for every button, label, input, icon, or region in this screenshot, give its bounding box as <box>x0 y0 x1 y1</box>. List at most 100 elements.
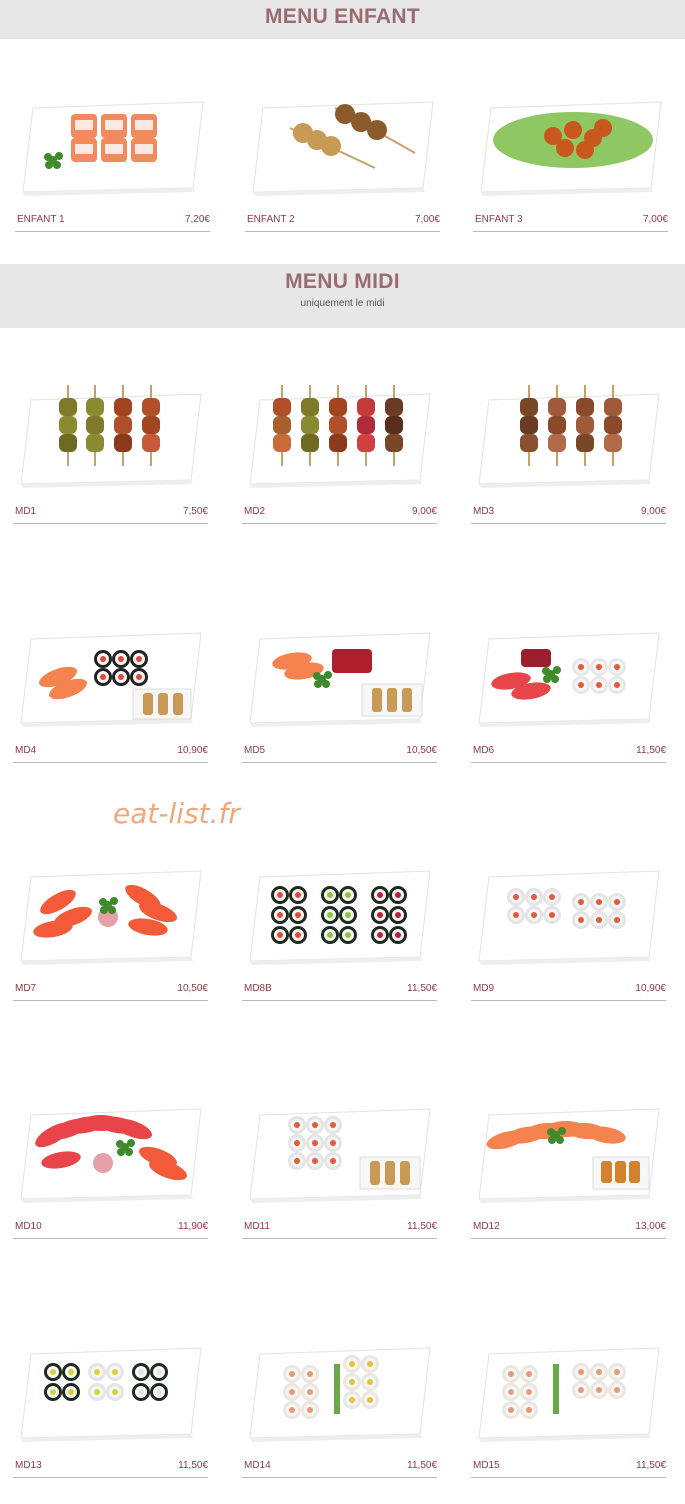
menu-card-enfant-1[interactable]: ENFANT 1 7,20€ <box>15 88 210 258</box>
dish-illustration <box>20 1108 202 1203</box>
section-header-enfant: MENU ENFANT <box>0 0 685 39</box>
item-price: 10,50€ <box>177 983 208 994</box>
section-subtitle-midi: uniquement le midi <box>300 298 385 309</box>
menu-card-md10[interactable]: MD10 11,90€ <box>13 1095 208 1265</box>
item-name: ENFANT 1 <box>17 214 65 225</box>
dish-photo <box>242 857 437 972</box>
dish-photo <box>13 1334 208 1449</box>
item-price: 7,20€ <box>184 214 210 225</box>
item-name: MD10 <box>15 1221 42 1232</box>
item-name: MD4 <box>15 745 37 756</box>
dish-illustration <box>20 1347 202 1442</box>
dish-photo <box>471 380 666 495</box>
menu-card-md15[interactable]: MD15 11,50€ <box>471 1334 666 1504</box>
dish-illustration <box>20 870 202 965</box>
divider <box>242 523 437 524</box>
divider <box>471 762 666 763</box>
item-name: MD7 <box>15 983 37 994</box>
item-name: MD9 <box>473 983 495 994</box>
dish-illustration <box>249 870 431 965</box>
item-price: 7,00€ <box>642 214 668 225</box>
menu-card-md1[interactable]: MD1 7,50€ <box>13 380 208 550</box>
divider <box>242 1238 437 1239</box>
divider <box>473 231 668 232</box>
menu-card-enfant-2[interactable]: ENFANT 2 7,00€ <box>245 88 440 258</box>
dish-illustration <box>22 101 204 196</box>
dish-photo <box>471 857 666 972</box>
dish-illustration <box>478 870 660 965</box>
menu-card-md14[interactable]: MD14 11,50€ <box>242 1334 437 1504</box>
dish-photo <box>13 380 208 495</box>
section-title-midi: MENU MIDI <box>285 270 400 293</box>
dish-illustration <box>249 632 431 727</box>
menu-card-md8b[interactable]: MD8B 11,50€ <box>242 857 437 1027</box>
item-name: MD13 <box>15 1460 42 1471</box>
menu-card-md7[interactable]: MD7 10,50€ <box>13 857 208 1027</box>
menu-card-md3[interactable]: MD3 9,00€ <box>471 380 666 550</box>
divider <box>245 231 440 232</box>
item-price: 11,50€ <box>178 1460 208 1471</box>
item-price: 7,00€ <box>414 214 440 225</box>
dish-illustration <box>249 385 431 488</box>
menu-card-md2[interactable]: MD2 9,00€ <box>242 380 437 550</box>
divider <box>13 1477 208 1478</box>
dish-photo <box>473 88 668 203</box>
dish-photo <box>13 619 208 734</box>
watermark: eat-list.fr <box>113 797 240 830</box>
dish-photo <box>242 1095 437 1210</box>
menu-card-md9[interactable]: MD9 10,90€ <box>471 857 666 1027</box>
dish-illustration <box>478 1108 660 1203</box>
item-price: 9,00€ <box>640 506 666 517</box>
divider <box>471 1477 666 1478</box>
dish-photo <box>15 88 210 203</box>
item-name: MD5 <box>244 745 266 756</box>
menu-card-md13[interactable]: MD13 11,50€ <box>13 1334 208 1504</box>
item-price: 11,90€ <box>178 1221 208 1232</box>
divider <box>242 762 437 763</box>
dish-illustration <box>478 1347 660 1442</box>
divider <box>13 523 208 524</box>
menu-card-md6[interactable]: MD6 11,50€ <box>471 619 666 789</box>
item-name: MD11 <box>244 1221 270 1232</box>
menu-card-md12[interactable]: MD12 13,00€ <box>471 1095 666 1265</box>
dish-photo <box>242 619 437 734</box>
item-price: 11,50€ <box>636 1460 666 1471</box>
dish-photo <box>471 1095 666 1210</box>
divider <box>471 1000 666 1001</box>
item-price: 7,50€ <box>182 506 208 517</box>
divider <box>13 762 208 763</box>
dish-illustration <box>478 385 660 488</box>
item-name: MD2 <box>244 506 266 517</box>
dish-illustration <box>480 101 662 196</box>
item-price: 11,50€ <box>407 1460 437 1471</box>
dish-illustration <box>252 101 434 196</box>
dish-illustration <box>249 1108 431 1203</box>
divider <box>471 1238 666 1239</box>
menu-card-md5[interactable]: MD5 10,50€ <box>242 619 437 789</box>
menu-card-md4[interactable]: MD4 10,90€ <box>13 619 208 789</box>
item-name: MD1 <box>15 506 37 517</box>
item-name: MD15 <box>473 1460 500 1471</box>
divider <box>471 523 666 524</box>
menu-card-enfant-3[interactable]: ENFANT 3 7,00€ <box>473 88 668 258</box>
dish-illustration <box>20 385 202 488</box>
menu-card-md11[interactable]: MD11 11,50€ <box>242 1095 437 1265</box>
item-price: 13,00€ <box>635 1221 666 1232</box>
item-price: 10,90€ <box>635 983 666 994</box>
item-price: 11,50€ <box>407 983 437 994</box>
item-name: MD14 <box>244 1460 271 1471</box>
dish-illustration <box>249 1347 431 1442</box>
dish-photo <box>242 380 437 495</box>
item-name: MD8B <box>244 983 272 994</box>
item-price: 11,50€ <box>636 745 666 756</box>
item-name: MD6 <box>473 745 495 756</box>
dish-photo <box>245 88 440 203</box>
item-price: 10,50€ <box>406 745 437 756</box>
item-price: 10,90€ <box>177 745 208 756</box>
dish-photo <box>242 1334 437 1449</box>
item-name: MD3 <box>473 506 495 517</box>
divider <box>13 1238 208 1239</box>
dish-illustration <box>20 632 202 727</box>
dish-photo <box>471 619 666 734</box>
section-title-enfant: MENU ENFANT <box>265 5 420 28</box>
